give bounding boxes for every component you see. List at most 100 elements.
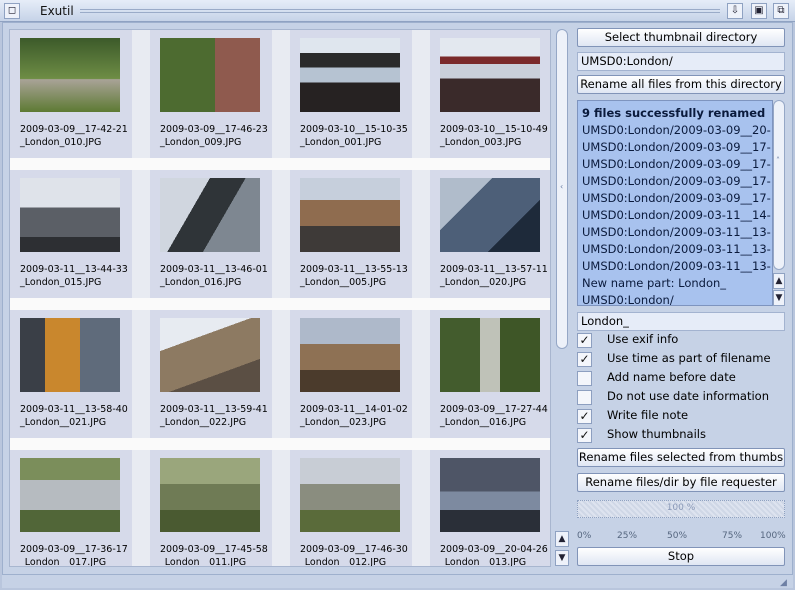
rename-by-requester-button[interactable]: Rename files/dir by file requester	[577, 473, 785, 492]
progress-bar: 100 %	[577, 500, 785, 518]
option-row[interactable]: Add name before date	[577, 369, 787, 388]
progress-tick: 50%	[667, 531, 688, 541]
thumbnail-item[interactable]: 2009-03-11__13-44-33 _London_015.JPG	[10, 170, 132, 298]
log-line: UMSD0:London/2009-03-11__14-	[582, 208, 771, 222]
option-checkbox[interactable]: ✓	[577, 333, 592, 348]
thumbnail-image[interactable]	[440, 178, 540, 252]
thumbnail-image[interactable]	[20, 38, 120, 112]
stop-button[interactable]: Stop	[577, 547, 785, 566]
rename-all-files-button[interactable]: Rename all files from this directory	[577, 75, 785, 94]
thumbnail-scrollbar[interactable]: ‹ ▲ ▼	[555, 29, 569, 567]
rename-selected-button[interactable]: Rename files selected from thumbs	[577, 448, 785, 467]
thumbnail-caption: 2009-03-11__13-59-41 _London__022.JPG	[160, 404, 268, 428]
thumbnail-item[interactable]: 2009-03-11__14-01-02 _London__023.JPG	[290, 310, 412, 438]
thumbnail-item[interactable]: 2009-03-09__20-04-26 _London__013.JPG	[430, 450, 550, 567]
option-row[interactable]: ✓ Use time as part of filename	[577, 350, 787, 369]
thumbnail-caption: 2009-03-09__20-04-26 _London__013.JPG	[440, 544, 548, 567]
directory-path-field[interactable]: UMSD0:London/	[577, 52, 785, 71]
zoom-icon[interactable]: ▣	[751, 3, 767, 19]
thumbnail-image[interactable]	[20, 178, 120, 252]
scrollbar-track[interactable]: ‹	[556, 29, 568, 349]
thumbnail-caption: 2009-03-11__13-46-01 _London_016.JPG	[160, 264, 268, 288]
thumbnail-caption: 2009-03-10__15-10-35 _London_001.JPG	[300, 124, 408, 148]
thumbnail-image[interactable]	[160, 458, 260, 532]
thumbnail-image[interactable]	[300, 318, 400, 392]
thumbnail-image[interactable]	[160, 318, 260, 392]
thumbnail-image[interactable]	[160, 38, 260, 112]
log-scroll-grip-icon[interactable]: ˄	[776, 156, 780, 165]
log-line: UMSD0:London/2009-03-09__17-	[582, 174, 771, 188]
thumbnail-image[interactable]	[300, 178, 400, 252]
log-line: UMSD0:London/2009-03-09__17-	[582, 191, 771, 205]
thumbnail-item[interactable]: 2009-03-09__17-36-17 _London__017.JPG	[10, 450, 132, 567]
thumbnail-item[interactable]: 2009-03-11__13-58-40 _London__021.JPG	[10, 310, 132, 438]
log-line: UMSD0:London/2009-03-11__13-	[582, 225, 771, 239]
rename-log-list[interactable]: 9 files successfully renamed UMSD0:London…	[577, 100, 773, 306]
option-row[interactable]: ✓ Use exif info	[577, 331, 787, 350]
thumbnail-item[interactable]: 2009-03-09__17-46-30 _London__012.JPG	[290, 450, 412, 566]
option-checkbox[interactable]: ✓	[577, 352, 592, 367]
iconify-icon[interactable]: ⧉	[773, 3, 789, 19]
thumbnail-item[interactable]: 2009-03-11__13-59-41 _London__022.JPG	[150, 310, 272, 438]
progress-tick: 0%	[577, 531, 592, 541]
row-separator	[10, 158, 550, 170]
option-checkbox[interactable]: ✓	[577, 409, 592, 424]
scroll-down-button[interactable]: ▼	[555, 550, 569, 566]
row-separator	[10, 298, 550, 310]
thumbnail-image[interactable]	[440, 318, 540, 392]
title-bar[interactable]: ◻ Exutil ⇩ ▣ ⧉	[0, 0, 795, 22]
thumbnail-item[interactable]: 2009-03-09__17-46-23 _London_009.JPG	[150, 30, 272, 158]
log-line: UMSD0:London/	[582, 293, 674, 306]
thumbnail-item[interactable]: 2009-03-11__13-46-01 _London_016.JPG	[150, 170, 272, 298]
option-row[interactable]: ✓ Show thumbnails	[577, 426, 787, 445]
thumbnail-caption: 2009-03-09__17-36-17 _London__017.JPG	[20, 544, 128, 567]
thumbnail-caption: 2009-03-11__13-55-13 _London__005.JPG	[300, 264, 408, 288]
log-scrollbar[interactable]: ˄ ▲ ▼	[773, 100, 785, 306]
drag-bar[interactable]	[80, 9, 720, 13]
thumbnail-caption: 2009-03-09__17-27-44 _London__016.JPG	[440, 404, 548, 428]
progress-tick: 25%	[617, 531, 638, 541]
option-row[interactable]: Do not use date information	[577, 388, 787, 407]
thumbnail-item[interactable]: 2009-03-11__13-57-11 _London__020.JPG	[430, 170, 550, 298]
log-scroll-up-button[interactable]: ▲	[773, 273, 785, 289]
option-label: Use time as part of filename	[607, 351, 771, 365]
log-line: UMSD0:London/2009-03-09__17-	[582, 157, 771, 171]
thumbnail-image[interactable]	[160, 178, 260, 252]
thumbnail-image[interactable]	[20, 458, 120, 532]
depth-icon[interactable]: ⇩	[727, 3, 743, 19]
thumbnail-item[interactable]: 2009-03-11__13-55-13 _London__005.JPG	[290, 170, 412, 298]
scrollbar-grip-icon[interactable]: ‹	[560, 182, 563, 191]
thumbnail-caption: 2009-03-11__13-58-40 _London__021.JPG	[20, 404, 128, 428]
thumbnail-item[interactable]: 2009-03-10__15-10-49 _London_003.JPG	[430, 30, 550, 158]
thumbnail-item[interactable]: 2009-03-09__17-45-58 _London__011.JPG	[150, 450, 272, 566]
log-line: UMSD0:London/2009-03-11__13-	[582, 259, 771, 273]
option-checkbox[interactable]	[577, 371, 592, 386]
scroll-up-button[interactable]: ▲	[555, 531, 569, 547]
option-checkbox[interactable]: ✓	[577, 428, 592, 443]
option-label: Show thumbnails	[607, 427, 706, 441]
thumbnail-item[interactable]: 2009-03-10__15-10-35 _London_001.JPG	[290, 30, 412, 158]
select-thumbnail-directory-button[interactable]: Select thumbnail directory	[577, 28, 785, 47]
log-scrollbar-track[interactable]: ˄	[773, 100, 785, 270]
option-label: Do not use date information	[607, 389, 770, 403]
thumbnail-image[interactable]	[20, 318, 120, 392]
resize-handle-icon[interactable]: ◢	[780, 578, 787, 588]
log-line: 9 files successfully renamed	[582, 106, 766, 120]
log-scroll-down-button[interactable]: ▼	[773, 290, 785, 306]
thumbnail-item[interactable]: 2009-03-09__17-27-44 _London__016.JPG	[430, 310, 550, 438]
name-part-input[interactable]: London_	[577, 312, 785, 331]
thumbnail-caption: 2009-03-11__14-01-02 _London__023.JPG	[300, 404, 408, 428]
thumbnail-image[interactable]	[440, 38, 540, 112]
thumbnail-image[interactable]	[440, 458, 540, 532]
progress-tick: 75%	[722, 531, 743, 541]
main-window: 2009-03-09__17-42-21 _London_010.JPG 2009…	[2, 22, 793, 575]
thumbnail-image[interactable]	[300, 458, 400, 532]
thumbnail-image[interactable]	[300, 38, 400, 112]
log-line: UMSD0:London/2009-03-09__20-	[582, 123, 771, 137]
log-line: New name part: London_	[582, 276, 727, 290]
option-checkbox[interactable]	[577, 390, 592, 405]
thumbnail-item[interactable]: 2009-03-09__17-42-21 _London_010.JPG	[10, 30, 132, 158]
thumbnail-caption: 2009-03-09__17-42-21 _London_010.JPG	[20, 124, 128, 148]
option-row[interactable]: ✓ Write file note	[577, 407, 787, 426]
close-icon[interactable]: ◻	[4, 3, 20, 19]
